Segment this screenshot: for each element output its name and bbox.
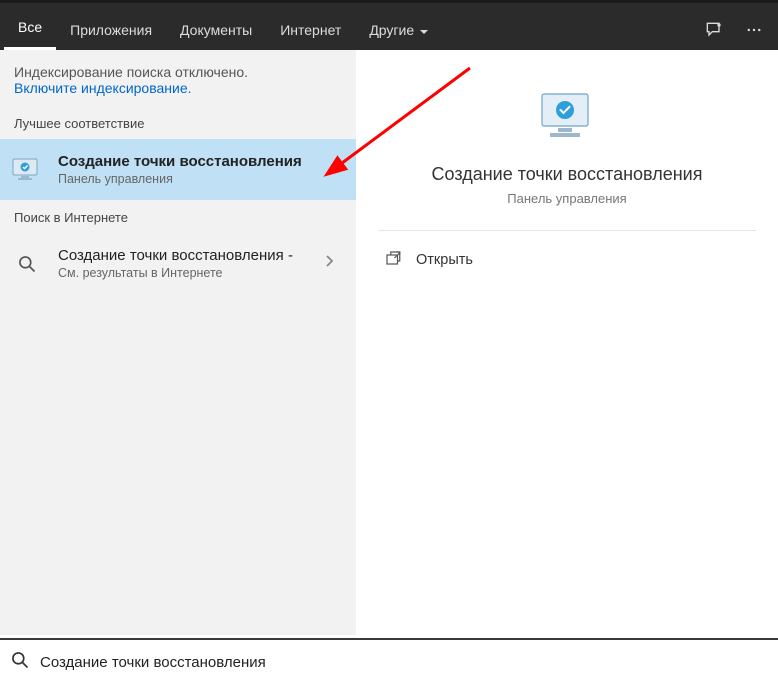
action-open-label: Открыть: [416, 252, 473, 268]
search-icon: [10, 650, 30, 675]
result-web-subtitle: См. результаты в Интернете: [58, 266, 302, 280]
enable-indexing-link[interactable]: Включите индексирование.: [14, 80, 192, 96]
more-options-icon[interactable]: [734, 10, 774, 50]
preview-panel: Создание точки восстановления Панель упр…: [356, 50, 778, 635]
search-input[interactable]: [40, 640, 768, 685]
results-panel: Индексирование поиска отключено. Включит…: [0, 50, 356, 635]
tab-more[interactable]: Другие: [355, 12, 442, 50]
search-icon: [10, 250, 44, 278]
result-subtitle: Панель управления: [58, 172, 342, 186]
preview-title: Создание точки восстановления: [386, 164, 748, 185]
indexing-notice-text: Индексирование поиска отключено.: [14, 64, 342, 80]
search-bar: [0, 638, 778, 685]
result-web-title: Создание точки восстановления -: [58, 247, 302, 264]
tab-apps[interactable]: Приложения: [56, 12, 166, 50]
chevron-right-icon: [316, 254, 342, 273]
result-title: Создание точки восстановления: [58, 153, 342, 170]
preview-card: Создание точки восстановления Панель упр…: [378, 68, 756, 231]
system-restore-icon: [10, 156, 44, 184]
section-best-match: Лучшее соответствие: [0, 106, 356, 139]
feedback-icon[interactable]: [694, 10, 734, 50]
section-web-search: Поиск в Интернете: [0, 200, 356, 233]
indexing-notice: Индексирование поиска отключено. Включит…: [0, 50, 356, 106]
tab-documents[interactable]: Документы: [166, 12, 266, 50]
search-tabs-bar: Все Приложения Документы Интернет Другие: [0, 0, 778, 50]
action-open[interactable]: Открыть: [378, 231, 756, 289]
open-icon: [384, 249, 402, 271]
result-web-search[interactable]: Создание точки восстановления - См. резу…: [0, 233, 356, 294]
tab-internet[interactable]: Интернет: [266, 12, 355, 50]
preview-subtitle: Панель управления: [386, 191, 748, 206]
result-best-match[interactable]: Создание точки восстановления Панель упр…: [0, 139, 356, 200]
tab-all[interactable]: Все: [4, 9, 56, 50]
system-restore-large-icon: [532, 88, 602, 148]
